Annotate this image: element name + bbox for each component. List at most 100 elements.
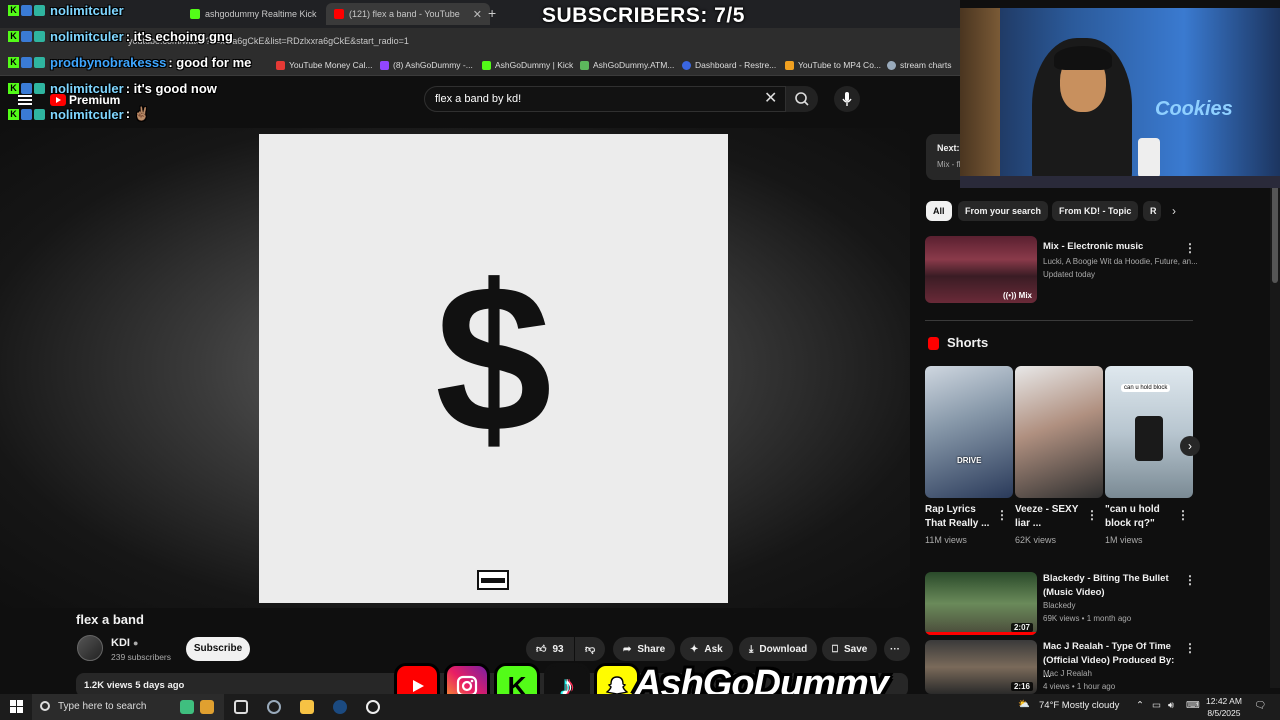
tray-overflow-icon[interactable]: ⌃	[1136, 700, 1144, 711]
share-icon: ➦	[623, 643, 632, 655]
webcam-background	[960, 8, 1000, 188]
bookmark-item[interactable]: YouTube to MP4 Co...	[785, 60, 881, 70]
app-icon[interactable]	[200, 700, 214, 714]
album-cover[interactable]: $	[259, 134, 728, 603]
search-icon	[40, 701, 50, 711]
browser-tab-bar: ashgodummy Realtime Kick ✕ (121) flex a …	[0, 0, 960, 28]
desk	[960, 176, 1280, 188]
voice-search-button[interactable]	[834, 86, 860, 112]
short-title[interactable]: Rap Lyrics That Really ...	[925, 503, 993, 531]
bookmark-item[interactable]: AshGoDummy.ATM...	[580, 60, 674, 70]
search-button[interactable]	[786, 86, 818, 112]
clock[interactable]: 12:42 AM 8/5/2025	[1206, 695, 1242, 719]
download-button[interactable]: ⤓ Download	[739, 637, 818, 661]
gifter-badge-icon	[34, 4, 45, 16]
bookmark-item[interactable]: AshGoDummy | Kick	[482, 60, 573, 70]
taskbar-search-input[interactable]: Type here to search	[32, 694, 224, 720]
mix-title[interactable]: Mix - Electronic music	[1043, 240, 1183, 254]
kick-icon	[482, 60, 491, 70]
language-icon[interactable]: ⌨	[1186, 700, 1200, 711]
short-thumbnail[interactable]: DRIVE	[925, 366, 1013, 498]
windows-start-icon[interactable]	[10, 700, 23, 713]
more-vert-icon[interactable]: ⋮	[1184, 573, 1196, 587]
converter-icon	[785, 60, 794, 70]
shopify-icon	[580, 60, 589, 70]
bookmark-item[interactable]: Dashboard - Restre...	[682, 60, 776, 70]
bookmark-item[interactable]: YouTube Money Cal...	[276, 60, 372, 70]
watch-progress	[925, 632, 1037, 635]
parental-advisory-logo	[477, 570, 509, 590]
short-thumbnail[interactable]	[1015, 366, 1103, 498]
chip-from-kd-topic[interactable]: From KD! - Topic	[1052, 201, 1139, 221]
channel-name[interactable]: KDI ●	[111, 637, 138, 649]
chat-text: : it's echoing gng	[125, 28, 233, 44]
avatar[interactable]	[77, 635, 103, 661]
recommendation-channel[interactable]: Mac J Realah	[1043, 668, 1092, 680]
tab-kick[interactable]: ashgodummy Realtime Kick ✕	[182, 3, 347, 25]
search-input[interactable]: flex a band by kd! ✕	[424, 86, 786, 112]
thumbs-up-icon: 👍︎	[536, 644, 547, 655]
ask-button[interactable]: ✦ Ask	[680, 637, 733, 661]
bookmark-icon: ⎕	[832, 643, 838, 655]
duration-badge: 2:16	[1010, 682, 1033, 691]
bookmark-icon	[276, 60, 285, 70]
chat-username: prodbynobrakesss	[50, 54, 167, 70]
video-stats: 1.2K views 5 days ago	[84, 680, 185, 691]
task-view-icon[interactable]	[234, 700, 248, 714]
chip-all[interactable]: All	[926, 201, 952, 221]
search-query[interactable]: flex a band by kd!	[435, 93, 521, 105]
short-title[interactable]: Veeze - SEXY liar ...	[1015, 503, 1083, 531]
up-next-title: Mix - fl	[937, 160, 961, 169]
share-button[interactable]: ➦ Share	[613, 637, 676, 661]
recommendation-meta: 69K views • 1 month ago	[1043, 614, 1132, 623]
short-overlay-text: DRIVE	[957, 456, 982, 465]
kick-badge-icon: K	[8, 108, 19, 120]
video-thumbnail[interactable]: 2:16	[925, 640, 1037, 694]
new-tab-icon[interactable]: +	[488, 5, 496, 21]
dollar-sign-artwork: $	[435, 241, 552, 476]
scrollbar[interactable]	[1270, 128, 1280, 688]
close-tab-icon[interactable]: ✕	[473, 8, 482, 21]
network-icon[interactable]: ▭	[1152, 700, 1161, 711]
shorts-heading: Shorts	[947, 335, 989, 350]
channel-subscriber-count: 239 subscribers	[111, 652, 172, 662]
chip-from-your-search[interactable]: From your search	[958, 201, 1049, 221]
chat-message: Knolimitculer	[8, 2, 126, 18]
more-vert-icon[interactable]: ⋮	[1184, 641, 1196, 655]
hamburger-menu-icon[interactable]	[18, 95, 32, 105]
notification-icon[interactable]: 🗨︎	[1254, 700, 1266, 711]
short-title[interactable]: "can u hold block rq?"	[1105, 503, 1175, 531]
app-icon[interactable]	[267, 700, 281, 714]
app-icon[interactable]	[180, 700, 194, 714]
gifter-badge-icon	[34, 30, 45, 42]
obs-icon[interactable]	[366, 700, 380, 714]
weather-icon[interactable]: ⛅	[1018, 699, 1030, 710]
more-vert-icon[interactable]: ⋮	[1184, 241, 1196, 255]
more-vert-icon[interactable]: ⋮	[1086, 508, 1098, 522]
volume-icon[interactable]: 🔊︎	[1168, 700, 1174, 711]
weather-text[interactable]: 74°F Mostly cloudy	[1039, 700, 1119, 711]
recommendation-channel[interactable]: Blackedy	[1043, 600, 1075, 612]
avatar-figure	[1135, 416, 1163, 461]
bookmark-item[interactable]: (8) AshGoDummy -...	[380, 60, 473, 70]
video-thumbnail[interactable]: 2:07	[925, 572, 1037, 635]
subscribe-button[interactable]: Subscribe	[186, 637, 250, 661]
steam-icon[interactable]	[333, 700, 347, 714]
chip-partial[interactable]: R	[1143, 201, 1161, 221]
tab-youtube[interactable]: (121) flex a band - YouTube ✕	[326, 3, 490, 25]
recommendation-title[interactable]: Blackedy - Biting The Bullet (Music Vide…	[1043, 572, 1178, 600]
save-button[interactable]: ⎕ Save	[822, 637, 878, 661]
short-views: 62K views	[1015, 535, 1057, 545]
more-vert-icon[interactable]: ⋮	[1177, 508, 1189, 522]
more-vert-icon[interactable]: ⋮	[996, 508, 1008, 522]
chevron-right-icon[interactable]: ›	[1172, 204, 1176, 218]
close-icon[interactable]: ✕	[764, 91, 777, 107]
more-actions-button[interactable]: ···	[884, 637, 910, 661]
folder-icon[interactable]	[300, 700, 314, 714]
bookmark-item[interactable]: stream charts	[887, 60, 952, 70]
short-thumbnail[interactable]: can u hold block	[1105, 366, 1193, 498]
like-button[interactable]: 👍︎ 93	[526, 637, 574, 661]
dislike-button[interactable]: 👎︎	[575, 637, 605, 661]
chevron-right-icon[interactable]: ›	[1180, 436, 1200, 456]
mix-thumbnail[interactable]: ((•)) Mix	[925, 236, 1037, 303]
